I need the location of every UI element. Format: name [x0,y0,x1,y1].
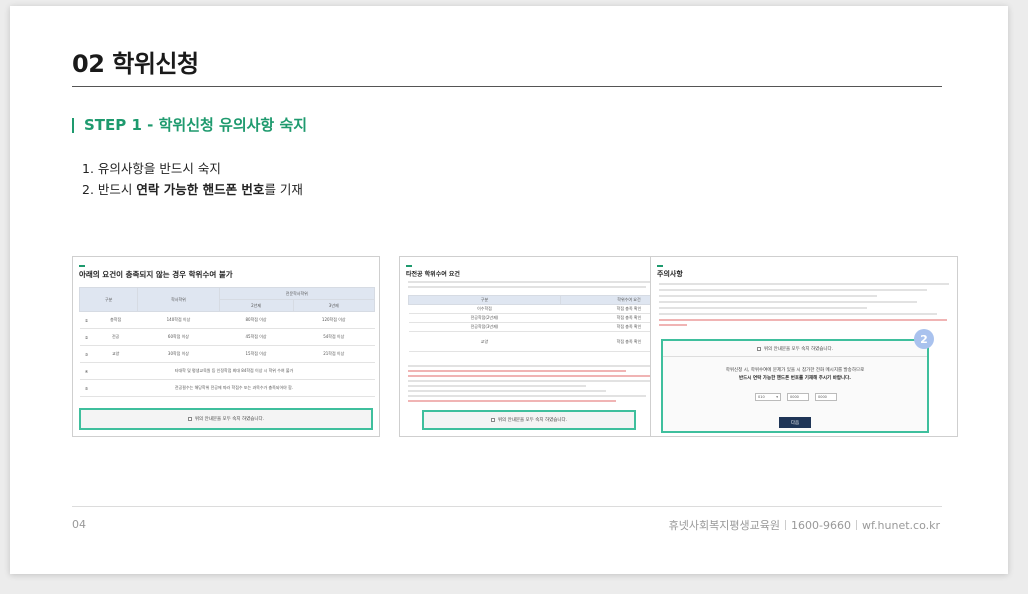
footer-info: 휴넷사회복지평생교육원 1600-9660 wf.hunet.co.kr [669,517,940,533]
checkbox-icon[interactable] [187,417,192,421]
phone-prefix-select[interactable]: 010 ▾ [755,393,781,401]
phone-entry-panel: 위의 안내문을 모두 숙지 하였습니다. 학위신청 시, 학위수여에 문제가 있… [661,339,929,433]
notice-line-2: 반드시 연락 가능한 핸드폰 번호를 기재해 주시기 바랍니다. [738,376,852,381]
instruction-item-1: 1. 유의사항을 반드시 숙지 [82,161,221,176]
instruction-item-2-post: 를 기재 [264,182,303,197]
col-type: 구분 [78,287,139,312]
phone-prefix-value: 010 [758,395,765,399]
text-line [659,324,687,326]
text-line [408,385,586,387]
phone-middle-input[interactable]: 0000 [787,393,809,401]
text-line [659,289,927,291]
document-page: 02 학위신청 STEP 1 - 학위신청 유의사항 숙지 1. 유의사항을 반… [10,6,1008,574]
text-line [659,295,877,297]
page-title: 02 학위신청 [72,50,199,78]
text-line [408,375,666,377]
text-line [408,400,616,402]
agree-label: 위의 안내문을 모두 숙지 하였습니다. [194,417,265,422]
checkbox-icon[interactable] [490,418,495,422]
instruction-item-2: 2. 반드시 연락 가능한 핸드폰 번호를 기재 [82,179,303,200]
next-button[interactable]: 다음 [779,417,811,428]
heading-accent [79,265,85,267]
chevron-down-icon: ▾ [776,395,778,399]
table-row: ④ 타대학 및 평생교육원 등 인정학점 최대 84학점 이상 시 학위 수여 … [79,362,375,380]
requirements-table: 구분 학사학위 전문학사학위 2년제 3년제 ① 총학점 140학점 이상 80… [78,287,376,397]
text-line [659,301,917,303]
agree-label: 위의 안내문을 모두 숙지 하였습니다. [497,418,568,423]
step-heading: STEP 1 - 학위신청 유의사항 숙지 [72,118,307,133]
text-line [408,286,646,288]
notice-line-1: 학위신청 시, 학위수여에 문제가 있을 시 참가한 전화 메시지를 발송하므로 [725,368,865,373]
text-line [408,395,646,397]
confirm-label: 위의 안내문을 모두 숙지 하였습니다. [763,346,834,352]
page-number: 04 [72,518,86,531]
table-row: ③ 교양 30학점 이상 15학점 이상 21학점 이상 [79,345,375,363]
table-row: ⑤ 전공필수는 해당학위 전공에 따라 학점수 또는 과목수가 충족되어야 함. [79,379,375,397]
footer-phone: 1600-9660 [791,519,851,532]
instruction-item-2-bold: 연락 가능한 핸드폰 번호 [136,182,265,197]
text-line [659,313,937,315]
col-3yr: 3년제 [292,299,375,312]
shot1-heading: 아래의 요건이 충족되지 않는 경우 학위수여 불가 [79,270,233,279]
text-line [659,283,949,285]
screenshot-notice: 주의사항 위의 안내문을 모두 숙지 하였습니다. 학위신청 시, 학위수여에 … [650,256,958,437]
heading-accent [406,265,412,267]
agree-checkbox-row[interactable]: 위의 안내문을 모두 숙지 하였습니다. [79,408,373,430]
text-line [408,390,606,392]
shot2-heading: 타전공 학위수여 요건 [406,271,460,278]
checkbox-icon[interactable] [756,346,761,351]
screenshot-requirements: 아래의 요건이 충족되지 않는 경우 학위수여 불가 구분 학사학위 전문학사학… [72,256,380,437]
shot3-heading: 주의사항 [657,270,683,278]
confirm-checkbox-row[interactable]: 위의 안내문을 모두 숙지 하였습니다. [663,341,927,357]
footer-separator [855,520,857,530]
step-badge: 2 [914,329,934,349]
text-line [659,319,947,321]
heading-accent [657,265,663,267]
col-credits: 학사학위 [137,287,220,312]
title-divider [72,86,942,87]
table-row: ① 총학점 140학점 이상 80학점 이상 120학점 이상 [79,311,375,329]
table-row: ② 전공 60학점 이상 45학점 이상 54학점 이상 [79,328,375,346]
instruction-item-2-pre: 2. 반드시 [82,182,137,197]
footer-org: 휴넷사회복지평생교육원 [668,519,780,532]
text-line [408,370,626,372]
phone-last-input[interactable]: 0000 [815,393,837,401]
agree-checkbox-row[interactable]: 위의 안내문을 모두 숙지 하였습니다. [422,410,636,430]
instruction-list: 1. 유의사항을 반드시 숙지 2. 반드시 연락 가능한 핸드폰 번호를 기재 [82,158,303,200]
footer-divider [72,506,942,507]
footer-separator [785,520,786,530]
footer-url: wf.hunet.co.kr [861,519,940,532]
col-2yr: 2년제 [218,299,294,312]
text-line [659,307,867,309]
col-major: 전문학사학위 [218,287,376,300]
